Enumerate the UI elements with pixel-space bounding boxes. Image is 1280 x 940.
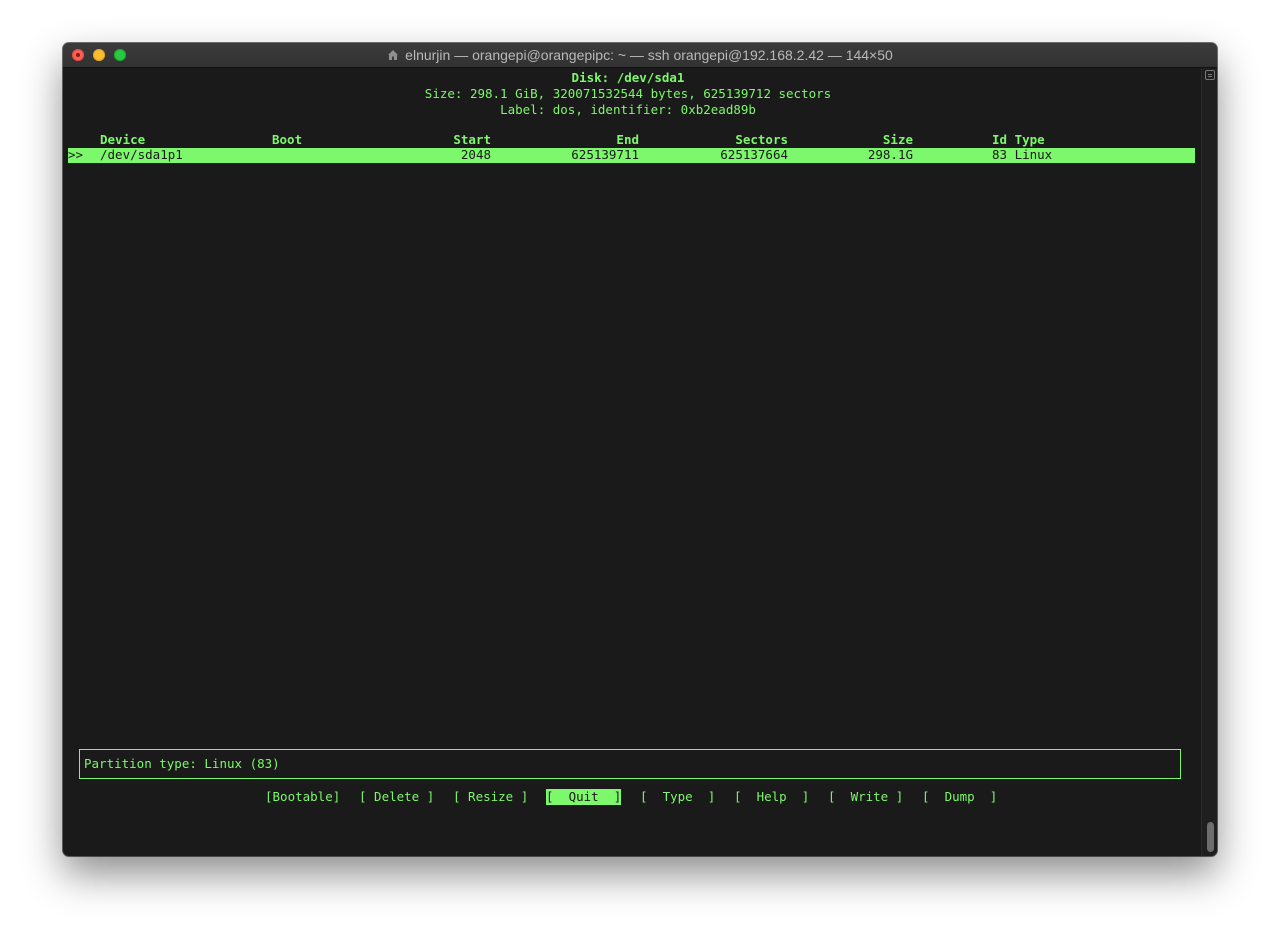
header-device: Device <box>100 132 146 147</box>
row-size: 298.1G <box>867 147 913 162</box>
header-sectors: Sectors <box>735 132 788 147</box>
disk-size: Size: 298.1 GiB, 320071532544 bytes, 625… <box>424 86 832 101</box>
status-box: Partition type: Linux (83) <box>79 749 1181 779</box>
disk-name: Disk: /dev/sda1 <box>571 70 685 85</box>
resize-button[interactable]: [ Resize ] <box>453 789 528 805</box>
split-pane-icon[interactable] <box>1205 70 1215 80</box>
help-button[interactable]: [ Help ] <box>734 789 809 805</box>
vertical-scrollbar[interactable] <box>1201 68 1217 856</box>
terminal-window: elnurjin — orangepi@orangepipc: ~ — ssh … <box>63 43 1217 856</box>
status-text: Partition type: Linux (83) <box>84 756 280 771</box>
home-folder-icon <box>388 50 399 60</box>
row-end: 625139711 <box>571 147 639 162</box>
window-title: elnurjin — orangepi@orangepipc: ~ — ssh … <box>405 47 893 63</box>
row-device: /dev/sda1p1 <box>100 147 183 162</box>
header-size: Size <box>882 132 913 147</box>
row-id-type: 83 Linux <box>992 147 1053 162</box>
type-button[interactable]: [ Type ] <box>640 789 715 805</box>
window-title-container: elnurjin — orangepi@orangepipc: ~ — ssh … <box>63 43 1217 67</box>
dump-button[interactable]: [ Dump ] <box>922 789 997 805</box>
header-start: Start <box>453 132 491 147</box>
write-button[interactable]: [ Write ] <box>828 789 903 805</box>
header-id-type: Id Type <box>992 132 1045 147</box>
header-boot: Boot <box>272 132 303 147</box>
row-start: 2048 <box>460 147 491 162</box>
scrollbar-thumb[interactable] <box>1207 822 1214 852</box>
bootable-button[interactable]: [Bootable] <box>265 789 340 805</box>
title-bar[interactable]: elnurjin — orangepi@orangepipc: ~ — ssh … <box>63 43 1217 68</box>
row-sectors: 625137664 <box>720 147 788 162</box>
header-end: End <box>616 132 639 147</box>
quit-button[interactable]: [ Quit ] <box>546 789 622 805</box>
table-row[interactable]: >> /dev/sda1p1 2048 625139711 625137664 … <box>68 147 1195 163</box>
delete-button[interactable]: [ Delete ] <box>359 789 434 805</box>
terminal-content[interactable]: Disk: /dev/sda1 Size: 298.1 GiB, 3200715… <box>63 68 1217 856</box>
row-cursor: >> <box>68 147 84 162</box>
disk-label: Label: dos, identifier: 0xb2ead89b <box>500 102 756 117</box>
